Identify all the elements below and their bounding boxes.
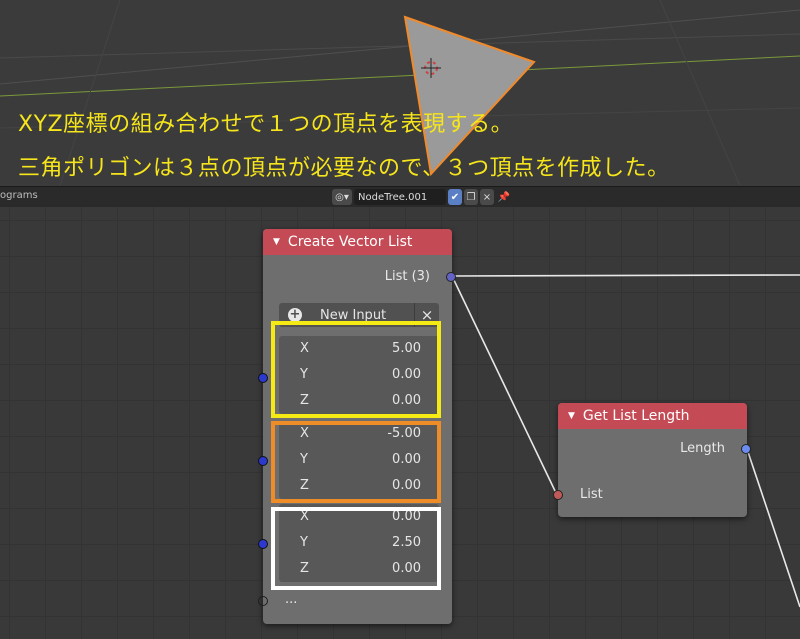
collapse-arrow-icon[interactable]: ▼ [273,237,280,247]
node-editor-header: ograms ◎▾ NodeTree.001 ✔ ❐ × 📌 [0,186,800,208]
output-socket-length[interactable] [741,444,751,454]
fake-user-shield-icon[interactable]: ✔ [448,189,462,205]
plus-icon: + [288,307,302,322]
highlight-box-white [271,507,441,590]
unlink-icon[interactable]: × [480,189,494,205]
node-tree-name-field[interactable]: NodeTree.001 [354,189,446,205]
input-socket-new[interactable] [258,596,268,606]
input-socket-list[interactable] [553,490,563,500]
link-list-out [451,274,800,277]
highlight-box-yellow [271,321,441,418]
link-length-out [746,448,800,608]
node-header[interactable]: ▼ Create Vector List [263,229,452,255]
x-axis-line [0,55,800,97]
editor-name: ograms [0,190,38,201]
caption-line-2: 三角ポリゴンは３点の頂点が必要なので、３つ頂点を作成した。 [18,156,670,181]
highlight-box-orange [271,421,441,503]
3d-viewport[interactable]: XYZ座標の組み合わせで１つの頂点を表現する。 三角ポリゴンは３点の頂点が必要な… [0,0,800,186]
input-socket-vector-1[interactable] [258,373,268,383]
collapse-arrow-icon[interactable]: ▼ [568,411,575,421]
node-tree-selector: ◎▾ NodeTree.001 ✔ ❐ × 📌 [332,189,512,205]
extra-socket-label: ... [285,592,298,607]
input-socket-vector-2[interactable] [258,456,268,466]
caption-line-1: XYZ座標の組み合わせで１つの頂点を表現する。 [18,112,514,137]
node-get-list-length[interactable]: ▼ Get List Length Length List [553,403,751,517]
output-socket-list[interactable] [446,272,456,282]
output-label-length: Length [680,441,725,456]
node-title: Create Vector List [287,234,413,250]
input-label-list: List [580,487,603,502]
output-label-list: List (3) [384,269,430,284]
duplicate-icon[interactable]: ❐ [464,189,478,205]
node-header[interactable]: ▼ Get List Length [558,403,747,429]
node-tree-icon[interactable]: ◎▾ [332,189,352,205]
link-list-to-length [451,275,558,496]
node-title: Get List Length [582,408,690,424]
input-socket-vector-3[interactable] [258,539,268,549]
pin-icon[interactable]: 📌 [496,189,512,205]
